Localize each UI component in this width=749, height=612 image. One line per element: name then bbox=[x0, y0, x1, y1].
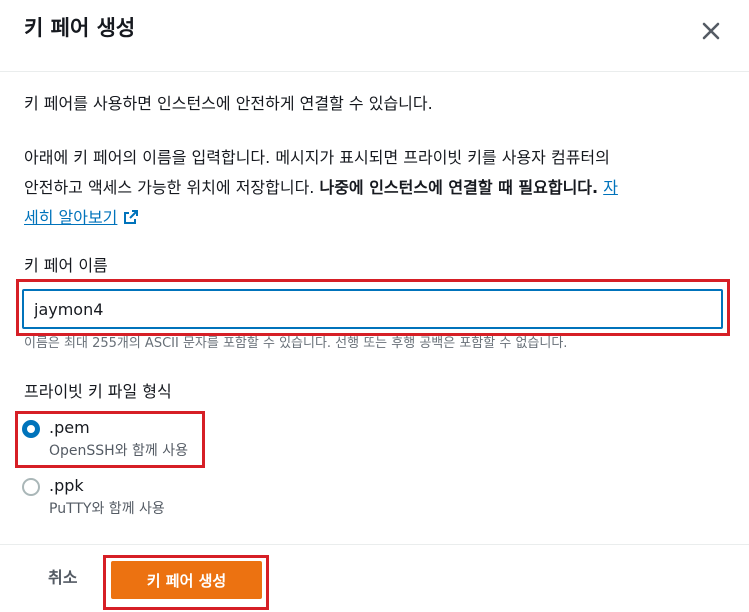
close-button[interactable] bbox=[698, 18, 724, 44]
description-text: 아래에 키 페어의 이름을 입력합니다. 메시지가 표시되면 프라이빗 키를 사… bbox=[24, 143, 724, 233]
description-line-2: 안전하고 액세스 가능한 위치에 저장합니다. bbox=[24, 178, 320, 197]
radio-pem-description: OpenSSH와 함께 사용 bbox=[49, 443, 188, 459]
dialog-title: 키 페어 생성 bbox=[24, 16, 136, 40]
radio-ppk-description: PuTTY와 함께 사용 bbox=[49, 501, 165, 517]
intro-text: 키 페어를 사용하면 인스턴스에 안전하게 연결할 수 있습니다. bbox=[24, 94, 433, 113]
key-pair-name-hint: 이름은 최대 255개의 ASCII 문자를 포함할 수 있습니다. 선행 또는… bbox=[24, 336, 568, 351]
radio-option-ppk[interactable]: .ppk PuTTY와 함께 사용 bbox=[22, 475, 197, 521]
dialog-header: 키 페어 생성 bbox=[0, 0, 749, 72]
description-bold: 나중에 인스턴스에 연결할 때 필요합니다. bbox=[319, 178, 599, 197]
radio-ppk-label: .ppk bbox=[49, 476, 84, 495]
radio-pem-label: .pem bbox=[49, 418, 90, 437]
learn-more-link[interactable]: 세히 알아보기 bbox=[24, 208, 117, 227]
key-pair-name-input[interactable] bbox=[22, 289, 723, 329]
key-pair-name-label: 키 페어 이름 bbox=[24, 256, 108, 275]
create-key-pair-button[interactable]: 키 페어 생성 bbox=[111, 561, 262, 599]
cancel-button[interactable]: 취소 bbox=[48, 565, 77, 591]
private-key-format-label: 프라이빗 키 파일 형식 bbox=[24, 382, 172, 401]
external-link-icon[interactable] bbox=[123, 205, 139, 224]
radio-option-pem[interactable]: .pem OpenSSH와 함께 사용 bbox=[22, 417, 197, 463]
radio-ppk-unselected[interactable] bbox=[22, 478, 40, 496]
close-icon bbox=[702, 22, 720, 40]
learn-more-link-start[interactable]: 자 bbox=[603, 178, 618, 197]
description-line-1: 아래에 키 페어의 이름을 입력합니다. 메시지가 표시되면 프라이빗 키를 사… bbox=[24, 148, 610, 167]
radio-pem-selected[interactable] bbox=[22, 420, 40, 438]
